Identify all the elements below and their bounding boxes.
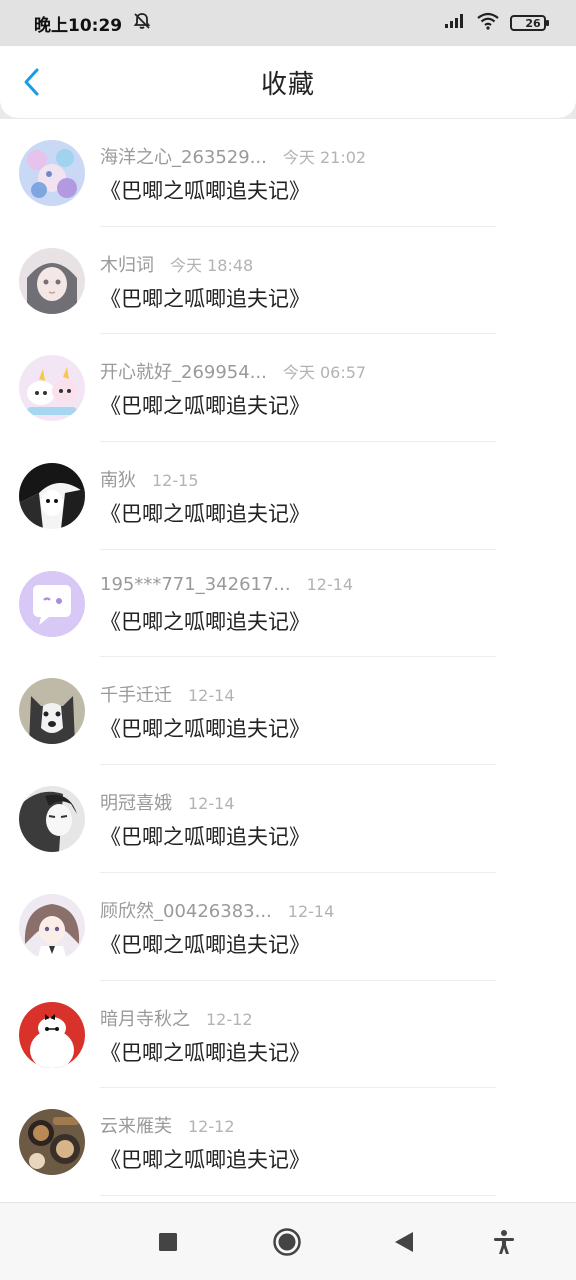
user-name[interactable]: 木归词 <box>100 251 154 277</box>
user-name[interactable]: 南狄 <box>100 466 136 492</box>
user-name[interactable]: 195***771_342617... <box>100 574 291 595</box>
user-name[interactable]: 顾欣然_00426383... <box>100 897 272 923</box>
item-meta: 南狄 12-15 <box>100 466 199 492</box>
list-item[interactable]: 开心就好_269954... 今天 06:57 《巴唧之呱唧追夫记》 <box>0 334 576 442</box>
square-icon <box>159 1233 177 1251</box>
triangle-back-icon <box>395 1232 413 1252</box>
book-title[interactable]: 《巴唧之呱唧追夫记》 <box>100 498 310 528</box>
user-name[interactable]: 暗月寺秋之 <box>100 1005 190 1031</box>
favorites-list: 海洋之心_263529... 今天 21:02 《巴唧之呱唧追夫记》 木归词 今… <box>0 119 576 1202</box>
book-title[interactable]: 《巴唧之呱唧追夫记》 <box>100 1144 310 1174</box>
timestamp: 12-14 <box>306 574 354 594</box>
back-nav-button[interactable] <box>387 1225 421 1259</box>
list-item[interactable]: 木归词 今天 18:48 《巴唧之呱唧追夫记》 <box>0 227 576 335</box>
back-button[interactable] <box>14 64 50 100</box>
app-header: 收藏 <box>0 46 576 118</box>
accessibility-button[interactable] <box>487 1225 521 1259</box>
user-name[interactable]: 明冠喜娥 <box>100 789 172 815</box>
book-title[interactable]: 《巴唧之呱唧追夫记》 <box>100 175 310 205</box>
battery-level: 26 <box>525 16 541 30</box>
chevron-left-icon <box>24 68 39 96</box>
list-item[interactable]: 千手迁迁 12-14 《巴唧之呱唧追夫记》 <box>0 657 576 765</box>
book-title[interactable]: 《巴唧之呱唧追夫记》 <box>100 821 310 851</box>
signal-icon <box>444 13 466 34</box>
item-meta: 195***771_342617... 12-14 <box>100 574 353 595</box>
timestamp: 今天 18:48 <box>170 255 254 275</box>
circle-icon <box>273 1228 301 1256</box>
timestamp: 12-14 <box>188 686 235 706</box>
book-title[interactable]: 《巴唧之呱唧追夫记》 <box>100 606 310 636</box>
item-meta: 明冠喜娥 12-14 <box>100 789 235 815</box>
status-bar: 晚上10:29 26 <box>0 0 576 46</box>
timestamp: 今天 21:02 <box>282 148 367 167</box>
avatar[interactable] <box>19 140 85 206</box>
book-title[interactable]: 《巴唧之呱唧追夫记》 <box>100 1037 310 1067</box>
item-meta: 海洋之心_263529... 今天 21:02 <box>100 143 366 169</box>
list-item[interactable]: 南狄 12-15 《巴唧之呱唧追夫记》 <box>0 442 576 550</box>
recents-button[interactable] <box>151 1225 185 1259</box>
list-item[interactable]: 顾欣然_00426383... 12-14 《巴唧之呱唧追夫记》 <box>0 873 576 981</box>
status-time: 晚上10:29 <box>34 15 123 36</box>
mute-bell-icon <box>132 11 152 36</box>
list-item[interactable]: 海洋之心_263529... 今天 21:02 《巴唧之呱唧追夫记》 <box>0 119 576 227</box>
book-title[interactable]: 《巴唧之呱唧追夫记》 <box>100 283 310 313</box>
avatar[interactable] <box>19 247 85 314</box>
avatar[interactable] <box>19 786 85 853</box>
timestamp: 12-12 <box>206 1009 253 1029</box>
item-meta: 暗月寺秋之 12-12 <box>100 1005 253 1031</box>
avatar[interactable] <box>19 1109 85 1176</box>
item-meta: 顾欣然_00426383... 12-14 <box>100 897 334 923</box>
user-name[interactable]: 千手迁迁 <box>100 681 172 707</box>
page-title: 收藏 <box>260 69 315 100</box>
avatar[interactable] <box>19 463 85 530</box>
battery-icon: 26 <box>510 15 549 31</box>
status-left: 晚上10:29 <box>34 11 152 36</box>
book-title[interactable]: 《巴唧之呱唧追夫记》 <box>100 713 310 743</box>
avatar[interactable] <box>19 893 85 960</box>
timestamp: 12-14 <box>287 901 335 921</box>
timestamp: 今天 06:57 <box>282 363 367 383</box>
wifi-icon <box>476 12 500 35</box>
timestamp: 12-12 <box>188 1117 235 1137</box>
avatar[interactable] <box>19 678 85 745</box>
home-button[interactable] <box>270 1225 304 1259</box>
avatar[interactable] <box>19 355 85 422</box>
item-meta: 千手迁迁 12-14 <box>100 681 235 707</box>
user-name[interactable]: 海洋之心_263529... <box>100 143 267 169</box>
user-name[interactable]: 云来雁芙 <box>100 1112 172 1138</box>
item-meta: 云来雁芙 12-12 <box>100 1112 235 1138</box>
book-title[interactable]: 《巴唧之呱唧追夫记》 <box>100 390 310 420</box>
item-meta: 开心就好_269954... 今天 06:57 <box>100 358 366 384</box>
timestamp: 12-15 <box>152 471 199 491</box>
accessibility-icon <box>494 1230 514 1254</box>
list-item[interactable]: 云来雁芙 12-12 《巴唧之呱唧追夫记》 <box>0 1088 576 1196</box>
user-name[interactable]: 开心就好_269954... <box>100 358 267 384</box>
list-item[interactable]: 明冠喜娥 12-14 《巴唧之呱唧追夫记》 <box>0 765 576 873</box>
status-right: 26 <box>444 12 549 35</box>
list-item[interactable]: 195***771_342617... 12-14 《巴唧之呱唧追夫记》 <box>0 550 576 658</box>
avatar[interactable] <box>19 570 85 637</box>
item-meta: 木归词 今天 18:48 <box>100 251 253 277</box>
timestamp: 12-14 <box>188 794 235 814</box>
system-nav-bar <box>0 1202 576 1280</box>
list-item[interactable]: 暗月寺秋之 12-12 《巴唧之呱唧追夫记》 <box>0 981 576 1089</box>
book-title[interactable]: 《巴唧之呱唧追夫记》 <box>100 929 310 959</box>
avatar[interactable] <box>19 1001 85 1068</box>
